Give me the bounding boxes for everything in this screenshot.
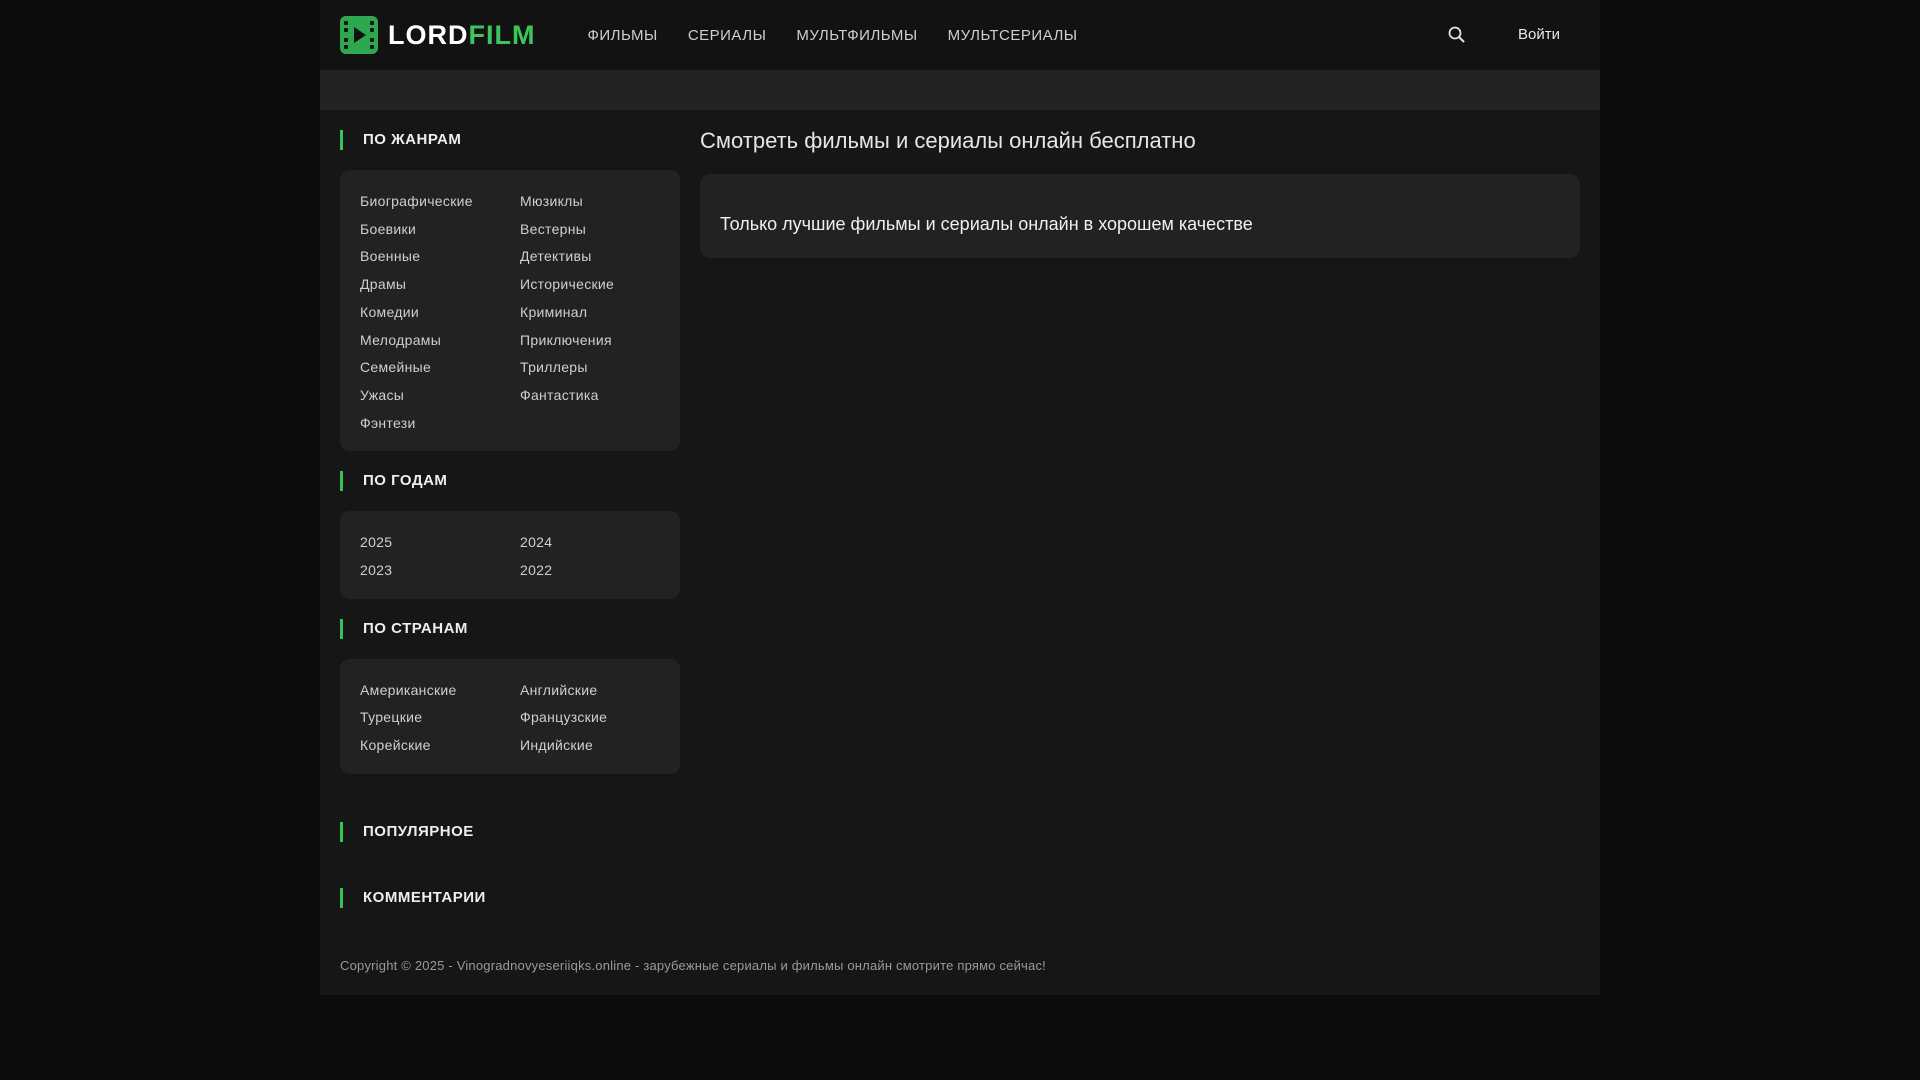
genre-link[interactable]: Триллеры: [520, 354, 680, 382]
login-link[interactable]: Войти: [1518, 26, 1560, 43]
genre-link[interactable]: Ужасы: [360, 382, 520, 410]
country-link[interactable]: Французские: [520, 704, 680, 732]
sub-header-bar: [320, 70, 1600, 110]
copyright-text: Copyright © 2025 - Vinogradnovyeseriiqks…: [340, 958, 1046, 973]
nav-animated-series[interactable]: МУЛЬТСЕРИАЛЫ: [948, 27, 1078, 44]
genre-link[interactable]: Мелодрамы: [360, 327, 520, 355]
year-link[interactable]: 2022: [520, 557, 680, 585]
countries-list: Американские Английские Турецкие Француз…: [340, 658, 680, 774]
genre-link[interactable]: Детективы: [520, 243, 680, 271]
nav-films[interactable]: ФИЛЬМЫ: [587, 27, 657, 44]
country-link[interactable]: Английские: [520, 677, 680, 705]
sidebar: ПО ЖАНРАМ Биографические Мюзиклы Боевики…: [340, 130, 680, 908]
main-content: Смотреть фильмы и сериалы онлайн бесплат…: [700, 128, 1580, 258]
nav-cartoons[interactable]: МУЛЬТФИЛЬМЫ: [796, 27, 917, 44]
genre-link[interactable]: Мюзиклы: [520, 188, 680, 216]
genre-link[interactable]: Исторические: [520, 271, 680, 299]
genre-link[interactable]: Драмы: [360, 271, 520, 299]
year-link[interactable]: 2023: [360, 557, 520, 585]
genres-list: Биографические Мюзиклы Боевики Вестерны …: [340, 170, 680, 452]
main-nav: ФИЛЬМЫ СЕРИАЛЫ МУЛЬТФИЛЬМЫ МУЛЬТСЕРИАЛЫ: [587, 27, 1107, 44]
genres-title: ПО ЖАНРАМ: [340, 130, 680, 150]
genre-link[interactable]: Вестерны: [520, 216, 680, 244]
description-box: Только лучшие фильмы и сериалы онлайн в …: [700, 174, 1580, 258]
genre-link[interactable]: Фэнтези: [360, 410, 520, 438]
genre-link[interactable]: Военные: [360, 243, 520, 271]
genre-link[interactable]: Комедии: [360, 299, 520, 327]
genre-link[interactable]: Боевики: [360, 216, 520, 244]
year-link[interactable]: 2024: [520, 529, 680, 557]
comments-title: КОММЕНТАРИИ: [340, 887, 680, 908]
genre-link[interactable]: Приключения: [520, 327, 680, 355]
year-link[interactable]: 2025: [360, 529, 520, 557]
logo-text-lord: LORD: [388, 19, 469, 50]
genre-link[interactable]: Семейные: [360, 354, 520, 382]
genre-link[interactable]: Криминал: [520, 299, 680, 327]
search-icon[interactable]: [1446, 24, 1468, 46]
popular-title: ПОПУЛЯРНОЕ: [340, 821, 680, 842]
years-title: ПО ГОДАМ: [340, 471, 680, 492]
site-header: LORDFILM ФИЛЬМЫ СЕРИАЛЫ МУЛЬТФИЛЬМЫ МУЛЬ…: [320, 0, 1600, 70]
film-play-icon: [340, 16, 378, 54]
site-logo[interactable]: LORDFILM: [340, 16, 535, 54]
genre-link[interactable]: Фантастика: [520, 382, 680, 410]
years-list: 2025 2024 2023 2022: [340, 511, 680, 599]
logo-text: LORDFILM: [388, 20, 535, 51]
nav-series[interactable]: СЕРИАЛЫ: [688, 27, 767, 44]
description-text: Только лучшие фильмы и сериалы онлайн в …: [720, 214, 1253, 234]
logo-text-film: FILM: [468, 19, 536, 50]
page-container: LORDFILM ФИЛЬМЫ СЕРИАЛЫ МУЛЬТФИЛЬМЫ МУЛЬ…: [320, 0, 1600, 995]
country-link[interactable]: Турецкие: [360, 704, 520, 732]
genre-link[interactable]: Биографические: [360, 188, 520, 216]
page-title: Смотреть фильмы и сериалы онлайн бесплат…: [700, 128, 1196, 153]
country-link[interactable]: Корейские: [360, 732, 520, 760]
country-link[interactable]: Индийские: [520, 732, 680, 760]
country-link[interactable]: Американские: [360, 677, 520, 705]
countries-title: ПО СТРАНАМ: [340, 618, 680, 639]
